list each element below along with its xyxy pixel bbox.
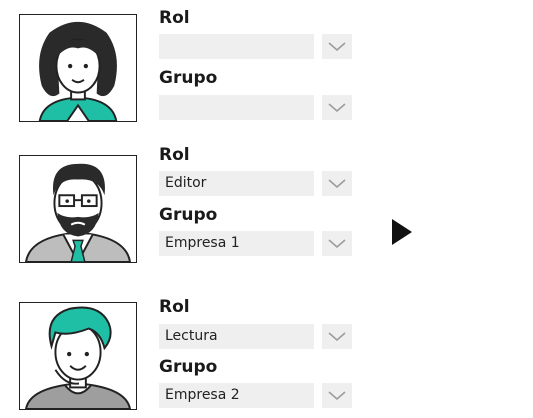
chevron-down-icon: [328, 41, 346, 51]
grupo-label: Grupo: [159, 357, 218, 377]
rol-label: Rol: [159, 8, 190, 28]
chevron-down-icon: [328, 102, 346, 112]
woman-avatar-icon: [19, 14, 137, 122]
grupo-select[interactable]: Empresa 1: [159, 231, 314, 256]
pointer-arrow-icon: [392, 219, 412, 245]
bearded-man-glasses-avatar-icon: [19, 155, 137, 263]
rol-select[interactable]: [159, 34, 314, 59]
rol-dropdown-button[interactable]: [322, 324, 352, 349]
chevron-down-icon: [328, 238, 346, 248]
grupo-dropdown-button[interactable]: [322, 95, 352, 120]
rol-label: Rol: [159, 145, 190, 165]
grupo-dropdown-button[interactable]: [322, 231, 352, 256]
grupo-select[interactable]: [159, 95, 314, 120]
rol-select[interactable]: Editor: [159, 171, 314, 196]
chevron-down-icon: [328, 178, 346, 188]
grupo-select[interactable]: Empresa 2: [159, 383, 314, 408]
rol-select[interactable]: Lectura: [159, 324, 314, 349]
chevron-down-icon: [328, 390, 346, 400]
man-teal-hair-avatar-icon: [19, 302, 137, 410]
grupo-label: Grupo: [159, 68, 218, 88]
grupo-label: Grupo: [159, 205, 218, 225]
rol-dropdown-button[interactable]: [322, 34, 352, 59]
rol-dropdown-button[interactable]: [322, 171, 352, 196]
grupo-dropdown-button[interactable]: [322, 383, 352, 408]
chevron-down-icon: [328, 331, 346, 341]
rol-label: Rol: [159, 297, 190, 317]
